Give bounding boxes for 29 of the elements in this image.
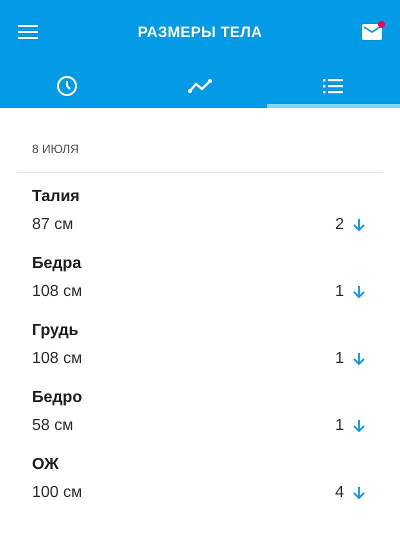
entry-count: 1 (335, 417, 344, 435)
menu-button[interactable] (18, 25, 38, 39)
mail-button[interactable] (362, 24, 382, 40)
measurement-name: Бедро (32, 388, 84, 408)
measurement-name: Бедра (32, 254, 82, 274)
arrow-down-icon (352, 419, 366, 433)
clock-icon (56, 75, 78, 97)
measurement-name: Талия (32, 187, 81, 207)
mail-icon (362, 24, 382, 40)
entry-count: 4 (335, 484, 344, 502)
entry-count: 1 (335, 350, 344, 368)
list-icon (323, 78, 344, 94)
arrow-down-icon (352, 486, 366, 500)
measurement-value: 58 см (32, 417, 74, 435)
trend-line-icon (188, 78, 212, 94)
measurement-value: 100 см (32, 484, 82, 502)
screen-title: РАЗМЕРЫ ТЕЛА (138, 24, 262, 40)
measurement-name: ОЖ (32, 455, 60, 475)
measurement-value: 108 см (32, 283, 82, 301)
measurement-value: 87 см (32, 216, 74, 234)
menu-icon (18, 25, 38, 39)
arrow-down-icon (352, 218, 366, 232)
entry-count: 2 (335, 216, 344, 234)
date-heading: 8 ИЮЛЯ (31, 141, 80, 158)
arrow-down-icon (352, 285, 366, 299)
measurement-name: Грудь (32, 321, 80, 341)
measurement-value: 108 см (32, 350, 82, 368)
arrow-down-icon (352, 352, 366, 366)
entry-count: 1 (335, 283, 344, 301)
